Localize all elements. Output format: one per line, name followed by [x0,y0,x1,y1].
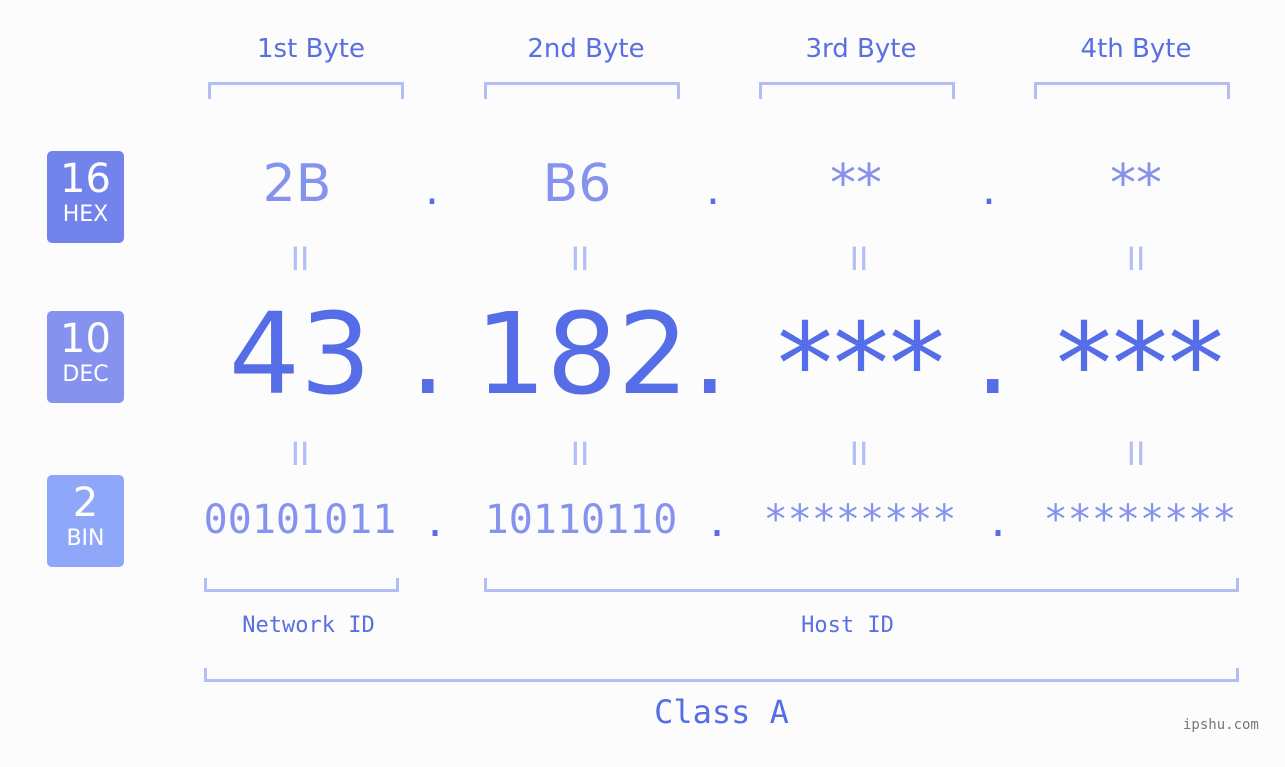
dec-separator-2: . [692,290,728,420]
equals-sign: II [570,435,590,473]
byte-label-3: 3rd Byte [805,34,917,64]
byte-bracket-3 [759,82,955,99]
equals-sign: II [849,240,869,278]
hex-separator-1: . [425,164,439,215]
hex-separator-3: . [982,164,996,215]
bin-byte-4: ******** [1043,497,1237,543]
hex-base-label: HEX [62,202,109,227]
hex-byte-3: ** [830,154,882,214]
dec-byte-2: 182 [475,290,689,420]
hex-separator-2: . [706,164,720,215]
bin-badge: 2 BIN [47,475,124,567]
equals-sign: II [570,240,590,278]
host-id-label: Host ID [801,613,894,638]
dec-base-number: 10 [60,316,111,362]
hex-base-number: 16 [60,156,111,202]
bin-byte-3: ******** [763,497,957,543]
equals-sign: II [290,240,310,278]
dec-separator-3: . [975,290,1011,420]
hex-byte-2: B6 [542,154,612,214]
bin-base-label: BIN [66,526,105,551]
dec-separator-1: . [410,290,446,420]
equals-sign: II [1126,435,1146,473]
hex-byte-1: 2B [262,154,332,214]
class-bracket [204,668,1239,682]
equals-sign: II [849,435,869,473]
class-label: Class A [654,693,789,731]
dec-badge: 10 DEC [47,311,124,403]
byte-bracket-2 [484,82,680,99]
bin-separator-3: . [986,500,1011,546]
host-id-bracket [484,578,1239,592]
byte-label-4: 4th Byte [1080,34,1192,64]
watermark: ipshu.com [1183,717,1259,733]
dec-byte-4: *** [1056,300,1224,430]
network-id-bracket [204,578,399,592]
bin-base-number: 2 [72,480,99,526]
bin-separator-2: . [705,500,730,546]
hex-badge: 16 HEX [47,151,124,243]
network-id-label: Network ID [242,613,375,638]
equals-sign: II [290,435,310,473]
bin-byte-2: 10110110 [484,497,678,543]
byte-bracket-4 [1034,82,1230,99]
byte-bracket-1 [208,82,404,99]
dec-base-label: DEC [62,362,109,387]
bin-separator-1: . [423,500,448,546]
byte-label-2: 2nd Byte [527,34,645,64]
equals-sign: II [1126,240,1146,278]
dec-byte-3: *** [777,300,945,430]
dec-byte-1: 43 [228,290,372,420]
bin-byte-1: 00101011 [203,497,397,543]
hex-byte-4: ** [1110,154,1162,214]
byte-label-1: 1st Byte [257,34,365,64]
